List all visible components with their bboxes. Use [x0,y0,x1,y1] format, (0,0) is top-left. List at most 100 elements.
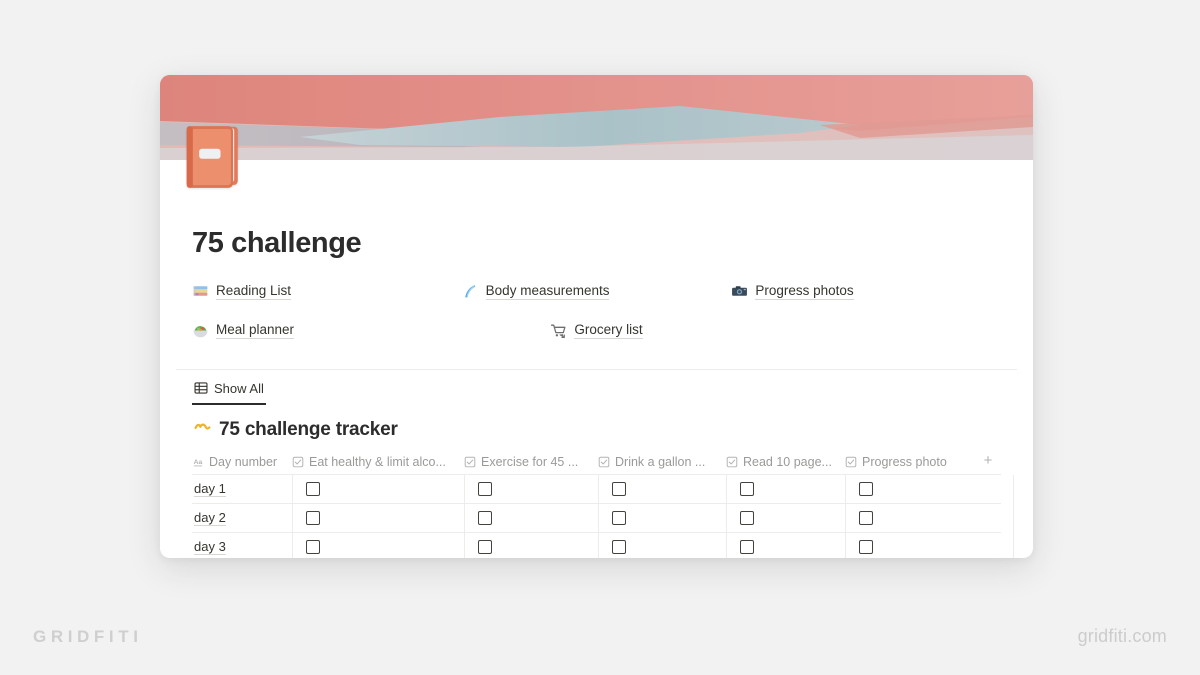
orange-book-emoji-icon[interactable] [176,119,252,195]
cover-artwork [160,75,1033,160]
database-table: Aa Day number Eat healthy & limit alco..… [192,450,1014,558]
link-label: Meal planner [216,321,295,339]
table-cell-checkbox[interactable] [292,474,464,503]
link-label: Body measurements [485,282,610,300]
checkbox-input[interactable] [478,510,492,525]
table-cell-checkbox[interactable] [292,503,464,532]
table-cell-day-number[interactable]: day 1 [192,475,292,503]
checkbox-icon [726,456,738,468]
checkbox-icon [598,456,610,468]
table-column-label: Day number [209,454,278,469]
page-body: 75 challenge Reading List Body measureme… [160,227,1033,558]
table-column-label: Eat healthy & limit alco... [309,454,446,469]
aa-text-glyph: Aa [194,459,203,467]
checkbox-glyph [464,456,476,468]
checkbox-input[interactable] [306,481,320,496]
brand-website-url: gridfiti.com [1077,626,1167,646]
page-links-grid: Reading List Body measurements Progress … [176,283,1017,339]
checkbox-input[interactable] [612,510,626,525]
books-emoji-icon [192,283,209,300]
shopping-cart-emoji-icon [550,322,567,339]
checkbox-input[interactable] [478,539,492,554]
checkbox-input[interactable] [859,481,873,496]
checkbox-icon [292,456,304,468]
table-column-label: Exercise for 45 ... [481,454,579,469]
table-view-icon [194,381,208,395]
table-cell-checkbox[interactable] [598,503,726,532]
checkbox-input[interactable] [859,539,873,554]
checkbox-input[interactable] [478,481,492,496]
checkbox-glyph [845,456,857,468]
checkbox-input[interactable] [306,539,320,554]
table-cell-checkbox[interactable] [726,474,845,503]
table-cell-checkbox[interactable] [726,503,845,532]
table-row[interactable]: day 1 [192,474,1001,504]
table-cell-checkbox[interactable] [598,532,726,558]
checkbox-input[interactable] [740,481,754,496]
table-cell-text: day 1 [194,480,226,497]
table-cell-checkbox[interactable] [845,503,1013,532]
link-grocery-list[interactable]: Grocery list [462,322,732,339]
checkbox-input[interactable] [612,539,626,554]
checkbox-glyph [598,456,610,468]
link-label: Grocery list [574,321,643,339]
page-links-row: Meal planner Grocery list [192,322,1001,339]
table-cell-text: day 2 [194,509,226,526]
table-column-header[interactable]: Drink a gallon ... [598,455,726,469]
table-column-header[interactable]: Read 10 page... [726,455,845,469]
yellow-emoji-icon [194,421,211,438]
checkbox-input[interactable] [306,510,320,525]
svg-text:Aa: Aa [194,459,203,466]
page-links-row: Reading List Body measurements Progress … [192,283,1001,300]
table-cell-checkbox[interactable] [598,474,726,503]
checkbox-input[interactable] [612,481,626,496]
brand-wordmark: GRIDFITI [33,627,143,646]
table-cell-day-number[interactable]: day 2 [192,504,292,532]
table-column-label: Drink a gallon ... [615,454,706,469]
page-title: 75 challenge [192,227,362,259]
table-column-header[interactable]: Eat healthy & limit alco... [292,455,464,469]
shopping-cart-glyph [551,324,566,338]
books-glyph [193,286,208,296]
camera-glyph [732,286,748,296]
table-body: day 1 day 2 day 3 [192,474,1001,558]
table-cell-checkbox[interactable] [292,532,464,558]
database-title-row: 75 challenge tracker [192,419,1001,441]
link-progress-photos[interactable]: Progress photos [731,283,1001,300]
notion-page-card: 75 challenge Reading List Body measureme… [160,75,1033,558]
table-cell-checkbox[interactable] [464,474,598,503]
table-column-header[interactable]: Exercise for 45 ... [464,455,598,469]
checkbox-icon [464,456,476,468]
table-row[interactable]: day 2 [192,503,1001,533]
checkbox-icon [845,456,857,468]
feather-emoji-icon [462,283,479,300]
table-right-rail [1013,474,1014,558]
salad-glyph [193,326,208,338]
table-column-header[interactable]: Aa Day number [192,455,292,469]
link-meal-planner[interactable]: Meal planner [192,322,462,339]
checkbox-input[interactable] [859,510,873,525]
page-cover-image[interactable] [160,75,1033,160]
checkbox-input[interactable] [740,510,754,525]
table-cell-checkbox[interactable] [845,474,1013,503]
link-body-measurements[interactable]: Body measurements [462,283,732,300]
checkbox-glyph [292,456,304,468]
table-row[interactable]: day 3 [192,532,1001,558]
link-reading-list[interactable]: Reading List [192,283,462,300]
add-column-button[interactable]: + [979,452,997,470]
table-cell-text: day 3 [194,538,226,555]
checkbox-input[interactable] [740,539,754,554]
link-label: Reading List [216,282,292,300]
table-cell-checkbox[interactable] [464,532,598,558]
table-cell-checkbox[interactable] [464,503,598,532]
table-cell-checkbox[interactable] [845,532,1013,558]
table-cell-day-number[interactable]: day 3 [192,533,292,558]
tab-label: Show All [214,380,264,396]
table-cell-checkbox[interactable] [726,532,845,558]
table-grid-glyph [194,382,208,395]
database-block: 75 challenge tracker Aa Day number Eat h… [176,419,1017,558]
camera-emoji-icon [731,283,748,300]
tab-show-all[interactable]: Show All [192,370,266,405]
feather-glyph [464,285,475,298]
table-column-label: Read 10 page... [743,454,832,469]
